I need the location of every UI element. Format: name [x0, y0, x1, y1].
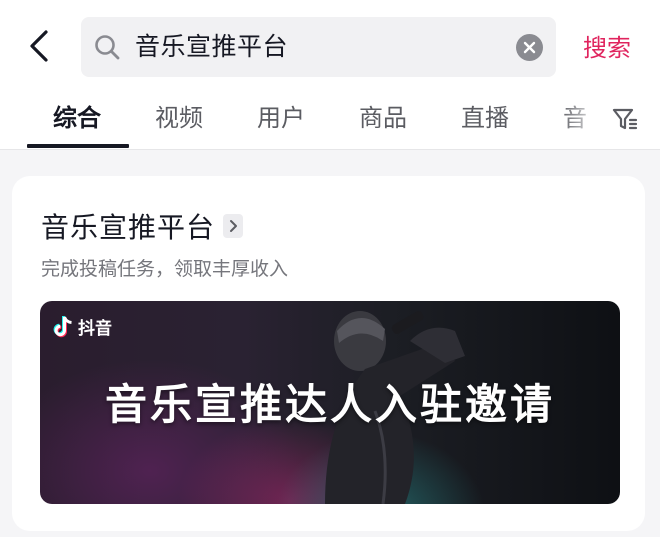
back-button[interactable]: [22, 28, 56, 64]
promo-banner[interactable]: 抖音 音乐宣推达人入驻邀请: [40, 301, 620, 504]
filter-icon[interactable]: [612, 104, 638, 134]
chevron-right-icon: [223, 214, 244, 238]
result-tabs: 综合 视频 用户 商品 直播 音: [0, 92, 660, 150]
tab-videos[interactable]: 视频: [155, 96, 203, 140]
banner-brand-text: 抖音: [78, 319, 112, 339]
search-button[interactable]: 搜索: [583, 28, 631, 68]
search-icon: [95, 35, 120, 60]
card-subtitle: 完成投稿任务，领取丰厚收入: [41, 258, 289, 280]
search-box[interactable]: 音乐宣推平台: [81, 17, 556, 77]
result-card[interactable]: 音乐宣推平台 完成投稿任务，领取丰厚收入 抖音 音乐宣推达人入驻邀请: [12, 176, 645, 531]
tab-live[interactable]: 直播: [461, 96, 509, 140]
tab-users[interactable]: 用户: [257, 96, 305, 140]
tiktok-logo-icon: [53, 315, 72, 337]
clear-search-button[interactable]: [516, 34, 543, 61]
banner-headline: 音乐宣推达人入驻邀请: [104, 380, 555, 429]
tab-general[interactable]: 综合: [53, 96, 101, 140]
card-title-link[interactable]: 音乐宣推平台: [41, 206, 244, 246]
clear-icon: [523, 41, 536, 54]
banner-logo: 抖音: [52, 314, 112, 339]
top-bar: 音乐宣推平台 搜索: [0, 0, 660, 92]
tab-products[interactable]: 商品: [359, 96, 407, 140]
active-tab-indicator: [27, 144, 129, 148]
chevron-left-icon: [30, 30, 48, 62]
card-title: 音乐宣推平台: [41, 211, 216, 244]
search-input[interactable]: 音乐宣推平台: [135, 17, 288, 77]
